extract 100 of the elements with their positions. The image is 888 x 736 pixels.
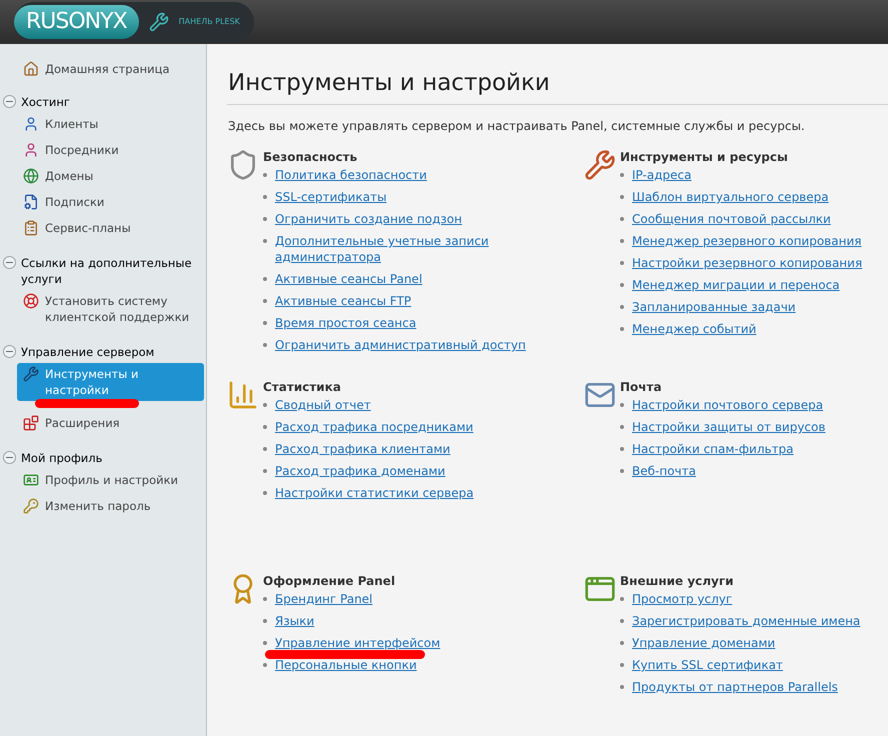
bullet-icon [620,597,624,601]
bullet-icon [620,619,624,623]
bullet-icon [263,299,267,303]
section-link[interactable]: IP-адреса [632,167,692,183]
sidebar-group-title[interactable]: Ссылки на дополнительные услуги [21,255,204,287]
bullet-icon [263,321,267,325]
bullet-icon [620,469,624,473]
section-link[interactable]: Настройки почтового сервера [632,397,824,413]
sidebar-item[interactable]: Инструменты и настройки [17,363,204,401]
bullet-icon [620,305,624,309]
bullet-icon [620,195,624,199]
section-link[interactable]: Веб-почта [632,463,696,479]
id-card-icon [23,472,39,488]
sidebar-group-title[interactable]: Хостинг [21,94,70,110]
bullet-icon [620,173,624,177]
sidebar-group-title[interactable]: Мой профиль [21,450,102,466]
section-link[interactable]: Настройки статистики сервера [275,485,474,501]
tools-icon [23,366,39,382]
sidebar-item[interactable]: Посредники [17,139,204,161]
bullet-icon [620,327,624,331]
sidebar-item[interactable]: Клиенты [17,113,204,135]
bullet-icon [620,283,624,287]
tools-icon [584,149,616,181]
document-gear-icon [23,194,39,210]
section-title: Инструменты и ресурсы [620,149,789,165]
sidebar-item[interactable]: Домены [17,165,204,187]
section-link[interactable]: Языки [275,613,314,629]
section-title: Оформление Panel [263,573,396,589]
section-link[interactable]: Персональные кнопки [275,657,417,673]
bullet-icon [620,663,624,667]
section-link[interactable]: Управление интерфейсом [275,635,440,651]
section-link[interactable]: Время простоя сеанса [275,315,416,331]
section-link[interactable]: Политика безопасности [275,167,427,183]
section-link[interactable]: Расход трафика доменами [275,463,446,479]
bullet-icon [263,403,267,407]
section-title: Внешние услуги [620,573,735,589]
bullet-icon [263,491,267,495]
section-link[interactable]: Настройки защиты от вирусов [632,419,826,435]
globe-icon [23,168,39,184]
lifebuoy-icon [23,293,39,309]
panel-label: ПАНЕЛЬ PLESK [178,16,240,28]
section-link[interactable]: Сводный отчет [275,397,371,413]
section-link[interactable]: Брендинг Panel [275,591,373,607]
section-link[interactable]: Продукты от партнеров Parallels [632,679,838,695]
section-link[interactable]: Просмотр услуг [632,591,732,607]
bullet-icon [620,425,624,429]
keys-icon [23,498,39,514]
section-link[interactable]: Менеджер событий [632,321,756,337]
section-link[interactable]: Запланированные задачи [632,299,796,315]
section-link[interactable]: Сообщения почтовой рассылки [632,211,831,227]
sidebar-item[interactable]: Расширения [17,412,204,434]
collapse-icon[interactable] [3,256,16,269]
collapse-icon[interactable] [3,345,16,358]
sidebar-item[interactable]: Установить систему клиентской поддержки [17,290,204,328]
bullet-icon [263,239,267,243]
section-link[interactable]: Активные сеансы FTP [275,293,412,309]
page-description: Здесь вы можете управлять сервером и настраивать Panel, системные службы и ресурсы. [227,118,806,135]
bullet-icon [620,239,624,243]
section-link[interactable]: Ограничить административный доступ [275,337,526,353]
section-link[interactable]: Настройки резервного копирования [632,255,862,271]
bullet-icon [263,663,267,667]
section-link[interactable]: Дополнительные учетные записи администратора [275,233,543,265]
section-link[interactable]: Управление доменами [632,635,776,651]
bullet-icon [263,619,267,623]
section-link[interactable]: Зарегистрировать доменные имена [632,613,860,629]
section-title: Статистика [263,379,342,395]
section-title: Почта [620,379,663,395]
bullet-icon [620,447,624,451]
bullet-icon [620,261,624,265]
section-link[interactable]: Активные сеансы Panel [275,271,422,287]
sidebar-item[interactable]: Сервис-планы [17,217,204,239]
section-link[interactable]: Шаблон виртуального сервера [632,189,829,205]
bullet-icon [263,641,267,645]
section-link[interactable]: Расход трафика посредниками [275,419,474,435]
section-title: Безопасность [263,149,358,165]
sidebar-item[interactable]: Изменить пароль [17,495,204,517]
section-link[interactable]: Менеджер миграции и переноса [632,277,840,293]
home-icon [23,61,39,77]
section-link[interactable]: Купить SSL сертификат [632,657,783,673]
collapse-icon[interactable] [3,95,16,108]
page-title: Инструменты и настройки [227,68,888,105]
sidebar-item[interactable]: Подписки [17,191,204,213]
bullet-icon [263,217,267,221]
bullet-icon [263,343,267,347]
bullet-icon [620,217,624,221]
section-link[interactable]: SSL-сертификаты [275,189,387,205]
sidebar-group-title[interactable]: Управление сервером [21,344,154,360]
section-link[interactable]: Настройки спам-фильтра [632,441,794,457]
section-link[interactable]: Ограничить создание подзон [275,211,462,227]
sidebar-item[interactable]: Домашняя страница [17,58,204,80]
blocks-icon [23,415,39,431]
collapse-icon[interactable] [3,451,16,464]
section-link[interactable]: Менеджер резервного копирования [632,233,862,249]
sidebar-item[interactable]: Профиль и настройки [17,469,204,491]
section-link[interactable]: Расход трафика клиентами [275,441,450,457]
user-icon [23,142,39,158]
bullet-icon [263,425,267,429]
bullet-icon [263,447,267,451]
logo: RUSONYX [14,5,139,39]
bullet-icon [620,403,624,407]
